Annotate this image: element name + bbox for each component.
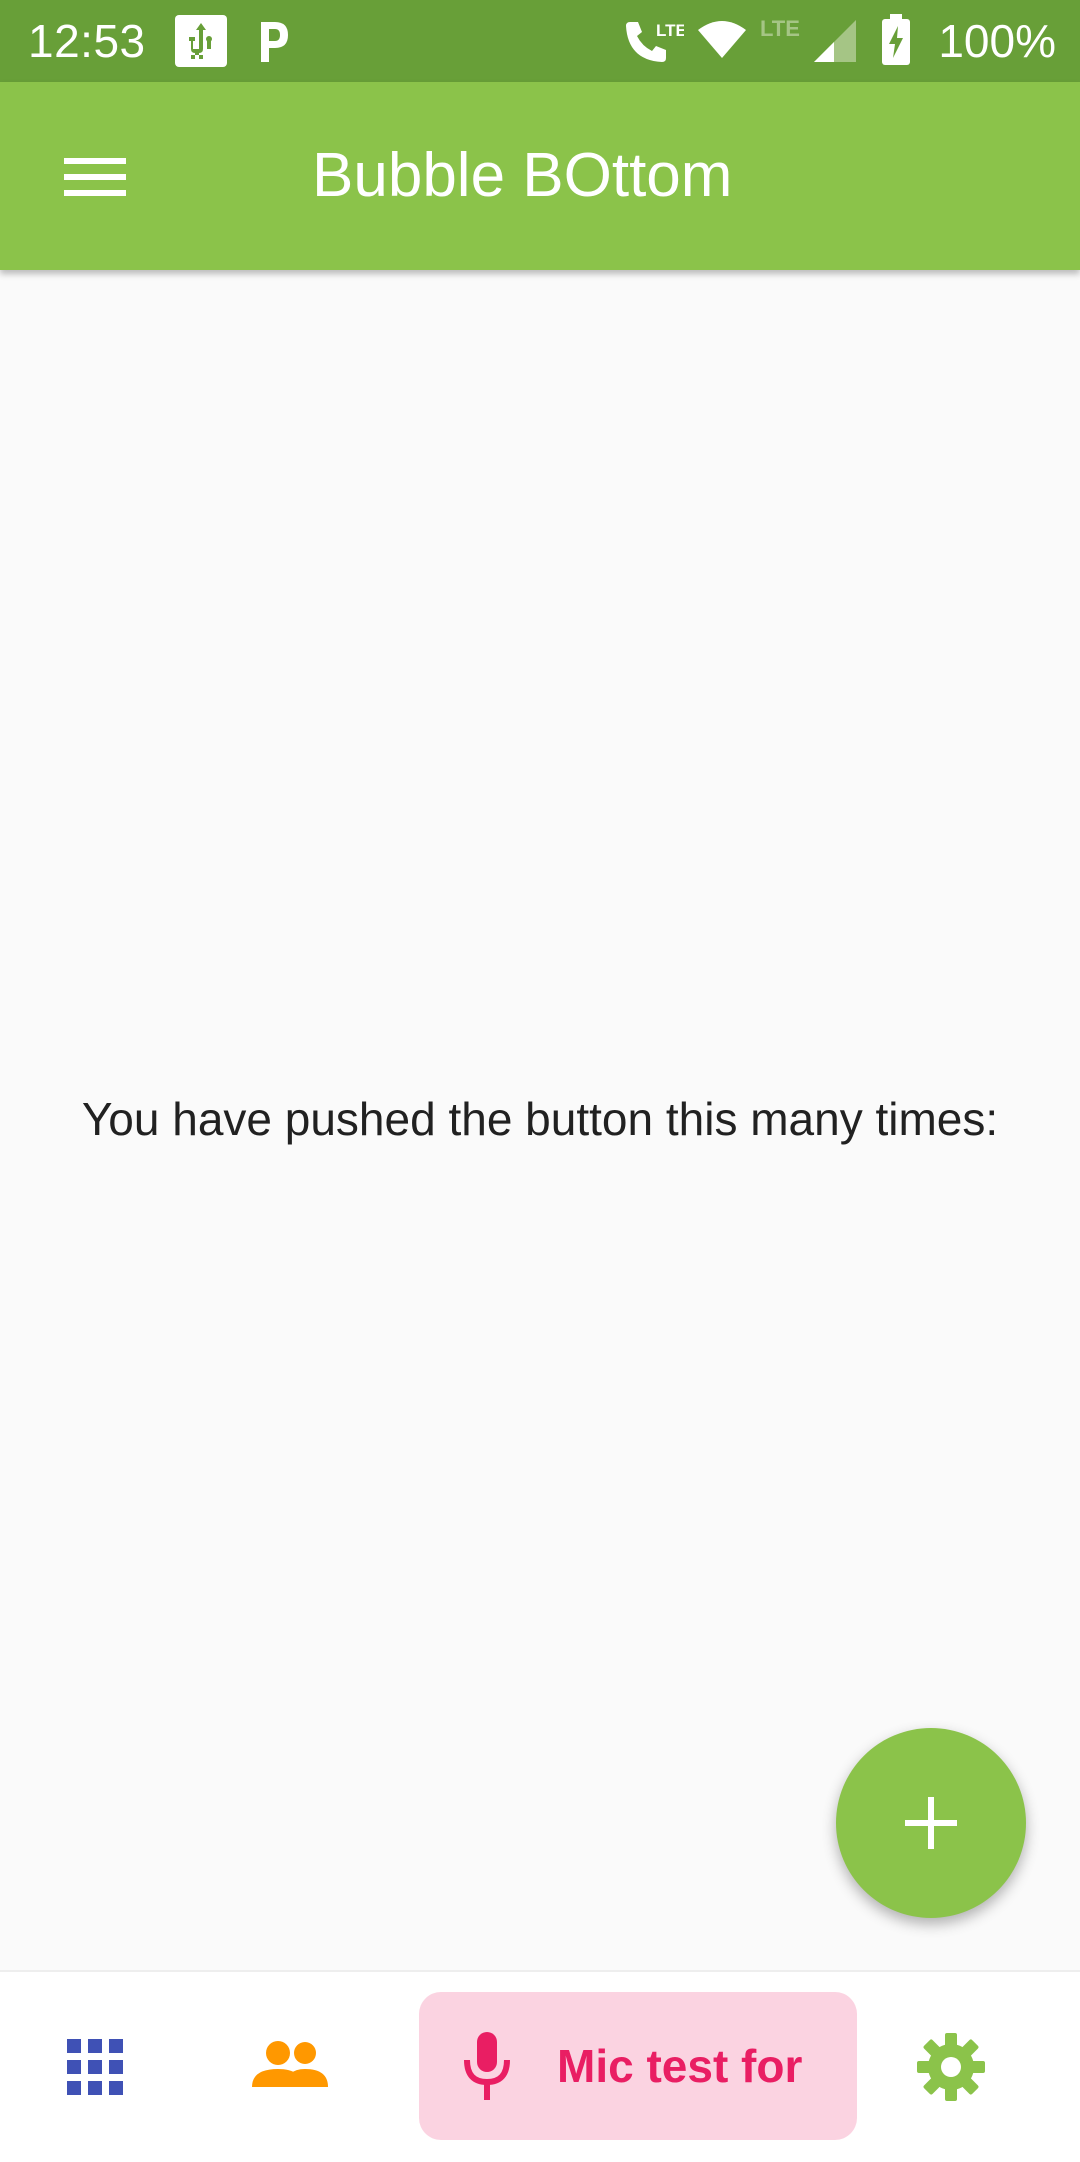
bottom-nav: Mic test for [0, 1970, 1080, 2162]
apps-icon [67, 2039, 123, 2095]
parking-icon [261, 22, 288, 62]
lte-label: LTE [656, 21, 684, 40]
status-bar: 12:53 LTE LTE 100% [0, 0, 1080, 82]
menu-button[interactable] [40, 124, 150, 228]
settings-icon [917, 2033, 985, 2101]
nav-item-people[interactable] [235, 2012, 345, 2122]
menu-icon [64, 158, 126, 196]
add-icon [905, 1797, 957, 1849]
people-icon [252, 2041, 328, 2087]
nav-item-mic-label: Mic test for [557, 2040, 803, 2092]
app-bar: Bubble BOttom [0, 82, 1080, 270]
signal-lte-label: LTE [760, 16, 800, 41]
counter-text: You have pushed the button this many tim… [81, 1093, 999, 1145]
battery-charging-icon [882, 14, 910, 65]
usb-icon [175, 15, 227, 67]
mic-icon [464, 2032, 510, 2100]
status-time: 12:53 [28, 15, 146, 67]
add-fab-button[interactable] [836, 1728, 1026, 1918]
nav-item-apps[interactable] [40, 2012, 150, 2122]
app-title: Bubble BOttom [312, 141, 733, 210]
wifi-icon [698, 21, 746, 58]
signal-icon: LTE [760, 16, 856, 62]
nav-item-mic-selected[interactable]: Mic test for [419, 1992, 857, 2140]
lte-call-icon: LTE [626, 21, 684, 62]
battery-percent: 100% [938, 15, 1056, 67]
nav-item-settings[interactable] [896, 2012, 1006, 2122]
